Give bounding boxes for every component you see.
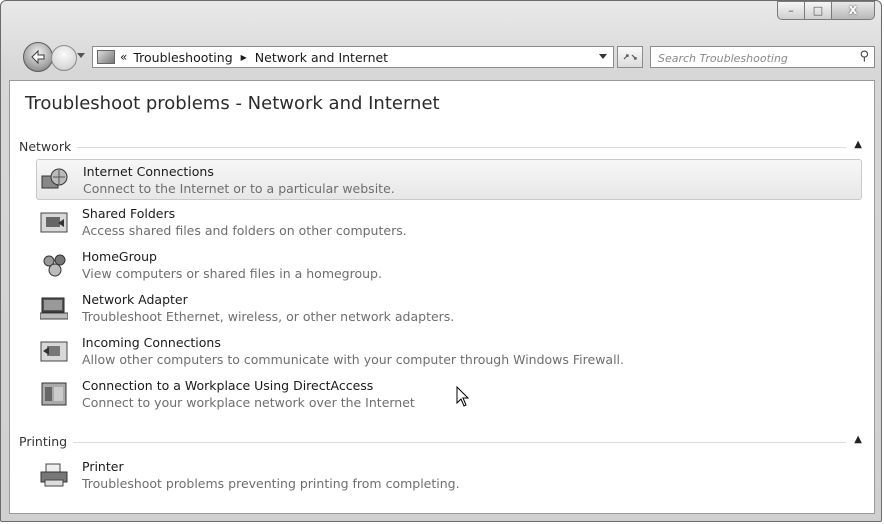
recent-pages-dropdown[interactable] bbox=[77, 53, 85, 58]
group-divider bbox=[19, 147, 846, 148]
shared-folders-icon bbox=[40, 212, 68, 233]
search-box[interactable]: ⚲ bbox=[650, 46, 875, 69]
page-title: Troubleshoot problems - Network and Inte… bbox=[25, 93, 440, 114]
incoming-connections-icon bbox=[40, 341, 68, 362]
back-arrow-icon bbox=[31, 50, 45, 64]
printer-icon bbox=[40, 463, 68, 487]
group-name: Printing bbox=[19, 434, 74, 449]
address-bar[interactable]: « Troubleshooting ▶ Network and Internet bbox=[92, 46, 614, 68]
collapse-icon[interactable]: ▲ bbox=[854, 434, 862, 445]
close-button[interactable]: X bbox=[831, 1, 875, 20]
breadcrumb-separator-icon[interactable]: ▶ bbox=[241, 53, 247, 62]
item-name: Internet Connections bbox=[83, 164, 214, 179]
list-item-shared-folders[interactable]: Shared Folders Access shared files and f… bbox=[36, 202, 862, 243]
minimize-button[interactable]: – bbox=[777, 1, 804, 20]
item-description: Connect to your workplace network over t… bbox=[82, 395, 415, 410]
list-item-network-adapter[interactable]: Network Adapter Troubleshoot Ethernet, w… bbox=[36, 288, 862, 329]
mouse-cursor-icon bbox=[456, 386, 470, 407]
group-header-network[interactable]: Network ▲ bbox=[19, 139, 864, 154]
title-bar: – □ X bbox=[1, 1, 881, 35]
item-name: Printer bbox=[82, 459, 124, 474]
item-name: Shared Folders bbox=[82, 206, 176, 221]
navigation-bar: « Troubleshooting ▶ Network and Internet… bbox=[9, 41, 875, 73]
control-panel-icon bbox=[97, 50, 115, 64]
list-item-internet-connections[interactable]: Internet Connections Connect to the Inte… bbox=[36, 159, 862, 200]
minimize-icon: – bbox=[788, 4, 794, 17]
group-header-printing[interactable]: Printing ▲ bbox=[19, 434, 864, 449]
item-name: Connection to a Workplace Using DirectAc… bbox=[82, 378, 374, 393]
back-button[interactable] bbox=[23, 42, 53, 72]
search-icon[interactable]: ⚲ bbox=[859, 49, 869, 64]
item-name: HomeGroup bbox=[82, 249, 157, 264]
content-pane: Troubleshoot problems - Network and Inte… bbox=[9, 80, 875, 514]
list-item-directaccess[interactable]: Connection to a Workplace Using DirectAc… bbox=[36, 374, 862, 415]
refresh-button[interactable] bbox=[617, 46, 643, 68]
group-name: Network bbox=[19, 139, 78, 154]
item-description: Allow other computers to communicate wit… bbox=[82, 352, 624, 367]
address-dropdown-icon[interactable] bbox=[599, 54, 607, 59]
breadcrumb-troubleshooting[interactable]: Troubleshooting bbox=[133, 50, 232, 65]
directaccess-icon bbox=[41, 382, 67, 406]
list-item-incoming-connections[interactable]: Incoming Connections Allow other compute… bbox=[36, 331, 862, 372]
close-icon: X bbox=[848, 4, 858, 17]
forward-button[interactable] bbox=[51, 45, 77, 71]
list-item-homegroup[interactable]: HomeGroup View computers or shared files… bbox=[36, 245, 862, 286]
search-input[interactable] bbox=[656, 48, 840, 69]
maximize-icon: □ bbox=[812, 4, 824, 17]
troubleshooting-window: – □ X « Troubleshooting ▶ Network and In… bbox=[0, 0, 882, 522]
maximize-button[interactable]: □ bbox=[804, 1, 831, 20]
internet-connections-icon bbox=[41, 168, 68, 189]
refresh-icon bbox=[623, 54, 637, 60]
breadcrumb-overflow[interactable]: « bbox=[120, 50, 127, 64]
item-description: Troubleshoot Ethernet, wireless, or othe… bbox=[82, 309, 455, 324]
caption-buttons: – □ X bbox=[777, 1, 875, 20]
network-adapter-icon bbox=[40, 297, 68, 320]
item-description: View computers or shared files in a home… bbox=[82, 266, 382, 281]
breadcrumb-network-and-internet[interactable]: Network and Internet bbox=[255, 50, 388, 65]
homegroup-icon bbox=[43, 254, 66, 277]
list-item-printer[interactable]: Printer Troubleshoot problems preventing… bbox=[36, 455, 862, 496]
item-description: Access shared files and folders on other… bbox=[82, 223, 407, 238]
item-name: Network Adapter bbox=[82, 292, 188, 307]
collapse-icon[interactable]: ▲ bbox=[854, 139, 862, 150]
group-divider bbox=[19, 442, 846, 443]
item-name: Incoming Connections bbox=[82, 335, 221, 350]
item-description: Connect to the Internet or to a particul… bbox=[83, 181, 395, 196]
item-description: Troubleshoot problems preventing printin… bbox=[82, 476, 460, 491]
